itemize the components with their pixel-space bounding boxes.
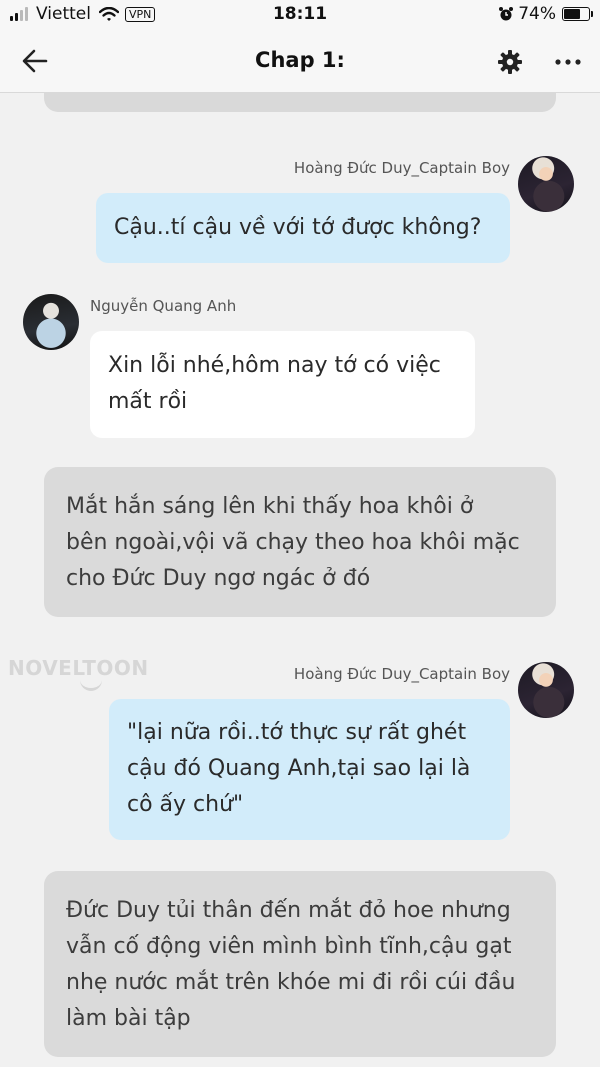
nav-bar: Chap 1: xyxy=(0,30,600,93)
message-bubble-outgoing: Cậu..tí cậu về với tớ được không? xyxy=(96,193,510,263)
battery-icon xyxy=(562,7,593,21)
narration-bubble: Mắt hắn sáng lên khi thấy hoa khôi ở bên… xyxy=(44,467,556,617)
alarm-clock-icon xyxy=(499,7,514,21)
gear-icon[interactable] xyxy=(496,48,524,76)
status-right: 74% xyxy=(498,4,593,24)
message-bubble-outgoing: "lại nữa rồi..tớ thực sự rất ghét cậu đó… xyxy=(109,699,510,840)
sender-name: Hoàng Đức Duy_Captain Boy xyxy=(293,665,510,683)
more-icon[interactable] xyxy=(553,48,583,76)
sender-name: Hoàng Đức Duy_Captain Boy xyxy=(293,159,510,177)
avatar-duy[interactable] xyxy=(518,662,574,718)
avatar-quang-anh[interactable] xyxy=(23,294,79,350)
sender-name: Nguyễn Quang Anh xyxy=(90,297,237,315)
watermark-smile-icon xyxy=(80,680,102,691)
noveltoon-watermark: NOVELTOON xyxy=(8,656,149,680)
narration-bubble: Đức Duy tủi thân đến mắt đỏ hoe nhưng vẫ… xyxy=(44,871,556,1057)
message-bubble-incoming: Xin lỗi nhé,hôm nay tớ có việc mất rồi xyxy=(90,331,475,438)
status-bar: Viettel VPN 18:11 74% xyxy=(0,0,600,30)
avatar-duy[interactable] xyxy=(518,156,574,212)
battery-percent: 74% xyxy=(518,4,556,24)
